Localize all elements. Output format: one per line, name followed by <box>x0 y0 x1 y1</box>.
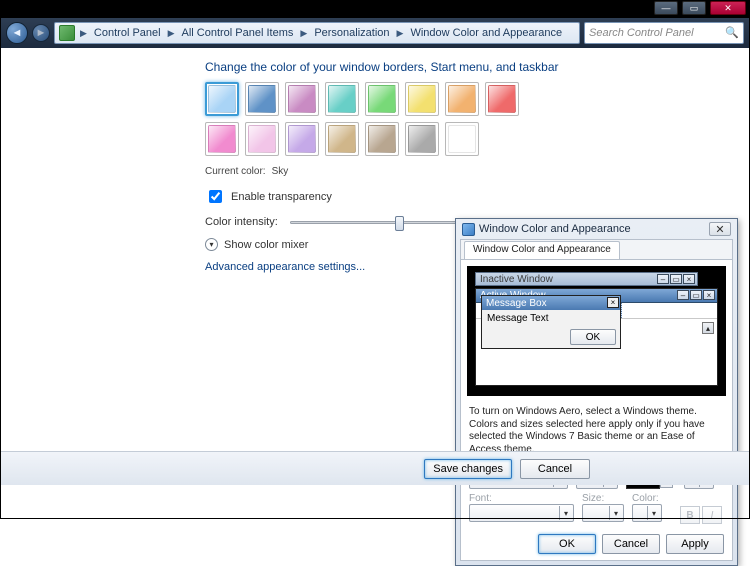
slider-thumb[interactable] <box>395 216 404 231</box>
preview-inactive-window: Inactive Window – ▭ × <box>475 272 698 286</box>
appearance-dialog: Window Color and Appearance ✕ Window Col… <box>455 218 738 566</box>
dialog-tab[interactable]: Window Color and Appearance <box>464 241 620 259</box>
dialog-apply-button[interactable]: Apply <box>666 534 724 554</box>
appearance-preview: Inactive Window – ▭ × Active Window – <box>467 266 726 396</box>
minimize-button[interactable]: — <box>654 1 678 15</box>
font-label: Font: <box>469 493 574 504</box>
current-color-label: Current color: <box>205 166 266 177</box>
cancel-button[interactable]: Cancel <box>520 459 590 479</box>
dialog-icon <box>462 223 475 236</box>
chevron-right-icon: ▶ <box>77 28 90 39</box>
scroll-up-icon: ▴ <box>702 322 714 334</box>
chevron-down-icon: ▾ <box>647 506 660 520</box>
max-icon: ▭ <box>690 290 702 300</box>
preview-message-box: Message Box × Message Text OK <box>481 295 621 349</box>
close-icon: × <box>683 274 695 284</box>
crumb-control-panel[interactable]: Control Panel <box>92 25 163 41</box>
chevron-down-icon: ▾ <box>559 506 572 520</box>
color-swatch[interactable] <box>205 82 239 116</box>
chevron-down-icon: ▾ <box>609 506 622 520</box>
color-swatch[interactable] <box>365 82 399 116</box>
color-swatch[interactable] <box>285 82 319 116</box>
advanced-settings-link[interactable]: Advanced appearance settings... <box>205 261 365 273</box>
max-icon: ▭ <box>670 274 682 284</box>
dialog-ok-button[interactable]: OK <box>538 534 596 554</box>
transparency-label[interactable]: Enable transparency <box>231 191 332 203</box>
chevron-right-icon: ▶ <box>297 28 310 39</box>
back-button[interactable]: ◄ <box>6 22 28 44</box>
search-placeholder: Search Control Panel <box>589 27 694 39</box>
color-swatch[interactable] <box>445 122 479 156</box>
font-size-label: Size: <box>582 493 624 504</box>
msgbox-ok-button: OK <box>570 329 616 345</box>
close-icon: × <box>607 297 619 308</box>
transparency-checkbox[interactable] <box>209 190 222 203</box>
font-color-label: Color: <box>632 493 672 504</box>
dialog-title-bar[interactable]: Window Color and Appearance ✕ <box>456 219 737 239</box>
font-size-select: ▾ <box>582 504 624 522</box>
close-icon: × <box>703 290 715 300</box>
color-swatch[interactable] <box>245 82 279 116</box>
chevron-down-icon[interactable]: ▾ <box>205 238 218 251</box>
crumb-window-color[interactable]: Window Color and Appearance <box>408 25 564 41</box>
current-color-name: Sky <box>272 166 289 177</box>
intensity-label: Color intensity: <box>205 216 278 228</box>
color-mixer-toggle[interactable]: Show color mixer <box>224 239 308 251</box>
color-swatch[interactable] <box>285 122 319 156</box>
dialog-title: Window Color and Appearance <box>479 223 631 235</box>
crumb-personalization[interactable]: Personalization <box>312 25 391 41</box>
color-swatch[interactable] <box>485 82 519 116</box>
chevron-right-icon: ▶ <box>165 28 178 39</box>
min-icon: – <box>677 290 689 300</box>
italic-button: I <box>702 506 722 524</box>
close-button[interactable]: ✕ <box>710 1 746 15</box>
msgbox-text: Message Text <box>482 310 620 327</box>
save-button[interactable]: Save changes <box>424 459 512 479</box>
page-heading: Change the color of your window borders,… <box>205 60 750 74</box>
color-swatch[interactable] <box>325 122 359 156</box>
preview-inactive-title: Inactive Window <box>480 274 553 285</box>
color-swatch[interactable] <box>445 82 479 116</box>
nav-bar: ◄ ► ▶ Control Panel ▶ All Control Panel … <box>0 18 750 48</box>
color-swatch[interactable] <box>405 122 439 156</box>
font-color-picker: ▾ <box>632 504 662 522</box>
maximize-button[interactable]: ▭ <box>682 1 706 15</box>
forward-button[interactable]: ► <box>32 24 50 42</box>
dialog-cancel-button[interactable]: Cancel <box>602 534 660 554</box>
color-swatch[interactable] <box>365 122 399 156</box>
window-title-bar: — ▭ ✕ <box>0 0 750 18</box>
preview-window-text-area: Window Text ▴ Message Box × Message Text… <box>476 319 717 351</box>
color-swatch[interactable] <box>405 82 439 116</box>
search-icon: 🔍 <box>725 26 739 39</box>
dialog-tab-strip: Window Color and Appearance <box>461 240 732 260</box>
breadcrumb[interactable]: ▶ Control Panel ▶ All Control Panel Item… <box>54 22 580 44</box>
min-icon: – <box>657 274 669 284</box>
color-swatches <box>205 82 545 156</box>
bold-button: B <box>680 506 700 524</box>
color-swatch[interactable] <box>245 122 279 156</box>
chevron-right-icon: ▶ <box>394 28 407 39</box>
search-input[interactable]: Search Control Panel 🔍 <box>584 22 744 44</box>
crumb-all-items[interactable]: All Control Panel Items <box>180 25 296 41</box>
dialog-close-button[interactable]: ✕ <box>709 222 731 236</box>
font-select: ▾ <box>469 504 574 522</box>
control-panel-icon <box>59 25 75 41</box>
color-swatch[interactable] <box>205 122 239 156</box>
footer-bar: Save changes Cancel <box>0 451 750 485</box>
msgbox-title: Message Box <box>486 298 547 309</box>
color-swatch[interactable] <box>325 82 359 116</box>
